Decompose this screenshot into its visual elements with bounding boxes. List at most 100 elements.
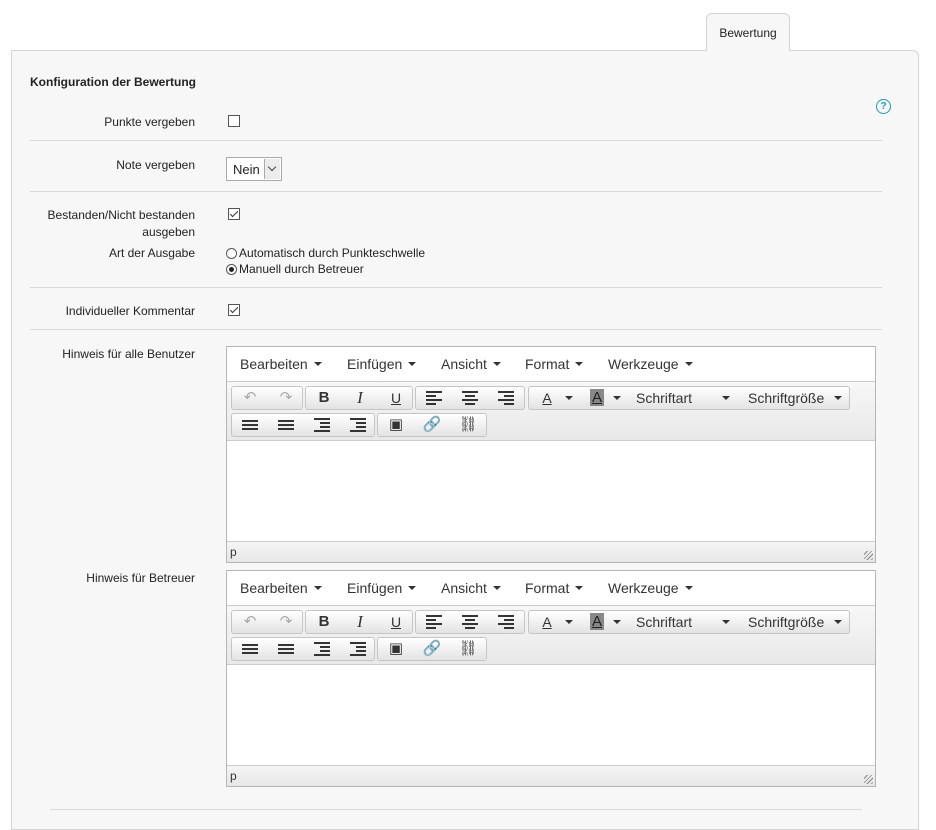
editor-content-area[interactable] xyxy=(227,665,875,766)
divider xyxy=(30,287,882,288)
style-group: B I U xyxy=(305,610,413,634)
caret-down-icon xyxy=(565,620,573,624)
italic-icon[interactable]: I xyxy=(342,387,378,409)
background-color-icon[interactable]: A xyxy=(581,387,613,409)
align-center-icon[interactable] xyxy=(452,611,488,633)
text-color-icon[interactable]: A xyxy=(531,611,563,633)
radio-manual-label: Manuell durch Betreuer xyxy=(239,262,364,276)
indent-icon[interactable] xyxy=(304,638,340,660)
caret-down-icon xyxy=(722,396,730,400)
font-size-dropdown[interactable]: Schriftgröße xyxy=(748,611,848,633)
redo-icon[interactable]: ↷ xyxy=(268,387,304,409)
element-path[interactable]: p xyxy=(230,545,237,559)
bullet-list-icon[interactable] xyxy=(232,638,268,660)
caret-down-icon xyxy=(492,586,501,590)
background-color-glyph: A xyxy=(589,389,604,406)
align-right-icon[interactable] xyxy=(488,387,524,409)
undo-icon[interactable]: ↶ xyxy=(232,387,268,409)
background-color-icon[interactable]: A xyxy=(581,611,613,633)
font-group: A A Schriftart Schriftgröße xyxy=(528,386,850,410)
underline-icon[interactable]: U xyxy=(378,611,414,633)
menu-label: Ansicht xyxy=(441,580,487,596)
tab-bewertung[interactable]: Bewertung xyxy=(706,13,790,51)
hint-all-label: Hinweis für alle Benutzer xyxy=(62,347,195,361)
caret-down-icon xyxy=(722,620,730,624)
points-checkbox[interactable] xyxy=(228,115,240,127)
hint-coach-editor: Bearbeiten Einfügen Ansicht Format Werkz… xyxy=(226,570,876,787)
editor-toolbar: ↶ ↷ B I U A A Schriftart Schriftgröße ▣ … xyxy=(227,382,875,441)
menu-label: Werkzeuge xyxy=(608,356,679,372)
points-label: Punkte vergeben xyxy=(104,115,195,129)
indent-icon[interactable] xyxy=(304,414,340,436)
font-family-dropdown[interactable]: Schriftart xyxy=(636,387,736,409)
radio-auto[interactable] xyxy=(226,248,237,259)
comment-checkbox[interactable] xyxy=(228,304,240,316)
menu-ansicht[interactable]: Ansicht xyxy=(441,580,501,596)
align-left-icon[interactable] xyxy=(416,387,452,409)
menu-label: Einfügen xyxy=(347,580,403,596)
align-group xyxy=(415,610,525,634)
grade-select[interactable]: Nein xyxy=(226,157,282,181)
align-right-icon[interactable] xyxy=(488,611,524,633)
menu-werkzeuge[interactable]: Werkzeuge xyxy=(608,580,693,596)
menu-format[interactable]: Format xyxy=(525,356,584,372)
font-size-label: Schriftgröße xyxy=(748,390,825,406)
align-center-icon[interactable] xyxy=(452,387,488,409)
editor-statusbar: p xyxy=(227,542,875,562)
divider xyxy=(30,329,882,330)
menu-ansicht[interactable]: Ansicht xyxy=(441,356,501,372)
unlink-icon[interactable]: ⛓ xyxy=(450,414,486,436)
numbered-list-icon[interactable] xyxy=(268,638,304,660)
style-group: B I U xyxy=(305,386,413,410)
redo-icon[interactable]: ↷ xyxy=(268,611,304,633)
font-family-dropdown[interactable]: Schriftart xyxy=(636,611,736,633)
text-color-icon[interactable]: A xyxy=(531,387,563,409)
element-path[interactable]: p xyxy=(230,769,237,783)
image-icon[interactable]: ▣ xyxy=(378,638,414,660)
menu-label: Bearbeiten xyxy=(240,356,308,372)
bold-icon[interactable]: B xyxy=(306,387,342,409)
bold-icon[interactable]: B xyxy=(306,611,342,633)
insert-group: ▣ 🔗 ⛓ xyxy=(377,637,487,661)
align-group xyxy=(415,386,525,410)
align-left-icon[interactable] xyxy=(416,611,452,633)
underline-icon[interactable]: U xyxy=(378,387,414,409)
resize-handle-icon[interactable] xyxy=(864,775,873,784)
caret-down-icon xyxy=(313,586,322,590)
link-icon[interactable]: 🔗 xyxy=(414,414,450,436)
radio-manual[interactable] xyxy=(226,264,237,275)
chevron-down-icon xyxy=(264,159,280,179)
outdent-icon[interactable] xyxy=(340,638,376,660)
caret-down-icon xyxy=(613,620,621,624)
numbered-list-icon[interactable] xyxy=(268,414,304,436)
menu-bearbeiten[interactable]: Bearbeiten xyxy=(240,580,322,596)
undo-icon[interactable]: ↶ xyxy=(232,611,268,633)
insert-group: ▣ 🔗 ⛓ xyxy=(377,413,487,437)
resize-handle-icon[interactable] xyxy=(864,551,873,560)
menu-bearbeiten[interactable]: Bearbeiten xyxy=(240,356,322,372)
menu-label: Format xyxy=(525,356,570,372)
font-size-dropdown[interactable]: Schriftgröße xyxy=(748,387,848,409)
italic-icon[interactable]: I xyxy=(342,611,378,633)
list-group xyxy=(231,413,375,437)
radio-manual-option[interactable]: Manuell durch Betreuer xyxy=(226,262,364,276)
history-group: ↶ ↷ xyxy=(231,386,303,410)
passed-checkbox[interactable] xyxy=(228,208,240,220)
link-icon[interactable]: 🔗 xyxy=(414,638,450,660)
background-color-glyph: A xyxy=(589,613,604,630)
section-title: Konfiguration der Bewertung xyxy=(30,75,196,89)
unlink-icon[interactable]: ⛓ xyxy=(450,638,486,660)
menu-werkzeuge[interactable]: Werkzeuge xyxy=(608,356,693,372)
caret-down-icon xyxy=(492,362,501,366)
list-group xyxy=(231,637,375,661)
editor-content-area[interactable] xyxy=(227,441,875,542)
image-icon[interactable]: ▣ xyxy=(378,414,414,436)
help-icon[interactable]: ? xyxy=(876,99,891,114)
outdent-icon[interactable] xyxy=(340,414,376,436)
menu-einfuegen[interactable]: Einfügen xyxy=(347,356,417,372)
menu-label: Werkzeuge xyxy=(608,580,679,596)
menu-format[interactable]: Format xyxy=(525,580,584,596)
radio-auto-option[interactable]: Automatisch durch Punkteschwelle xyxy=(226,246,425,260)
bullet-list-icon[interactable] xyxy=(232,414,268,436)
menu-einfuegen[interactable]: Einfügen xyxy=(347,580,417,596)
